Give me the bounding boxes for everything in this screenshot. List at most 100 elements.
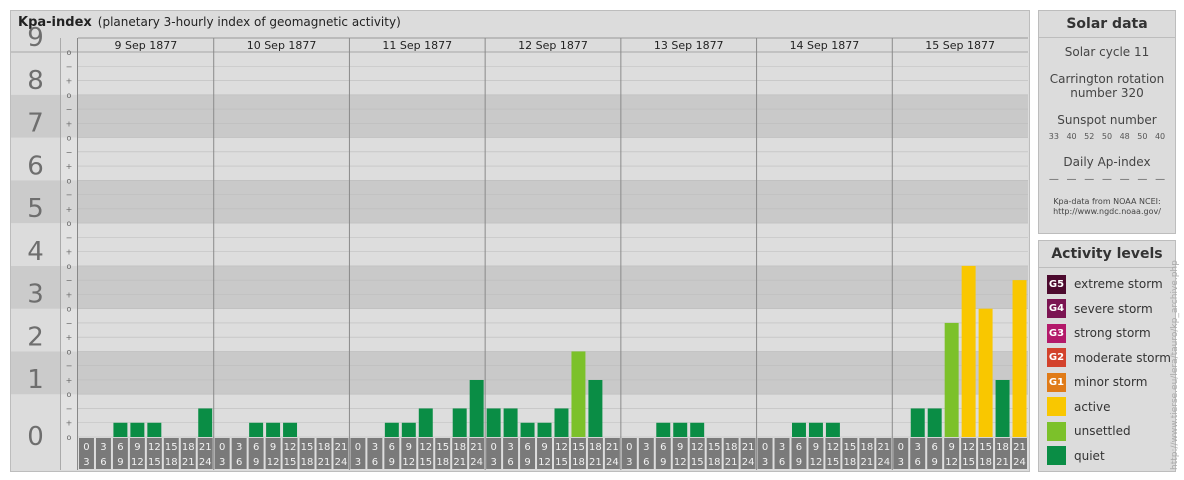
sub-axis-band — [61, 180, 77, 224]
activity-label: strong storm — [1074, 326, 1151, 340]
activity-level-quiet: quiet — [1047, 446, 1105, 466]
kp-bar — [537, 422, 552, 437]
interval-start-label: 0 — [83, 442, 89, 453]
ap-values: — — — — — — — — [1039, 174, 1175, 185]
interval-start-label: 15 — [165, 442, 178, 453]
activity-level-unsettled: unsettled — [1047, 421, 1131, 441]
sub-tick-label: − — [66, 148, 73, 157]
sub-axis-band — [61, 394, 77, 437]
kp-band — [78, 394, 1028, 437]
interval-end-label: 6 — [100, 457, 106, 468]
interval-end-label: 18 — [301, 457, 314, 468]
sunspot-value: 50 — [1137, 132, 1148, 141]
activity-swatch: G1 — [1047, 372, 1066, 392]
kp-band — [78, 265, 1028, 309]
sunspot-value: 48 — [1119, 132, 1130, 141]
interval-end-label: 18 — [708, 457, 721, 468]
kp-bar — [927, 408, 942, 437]
interval-end-label: 6 — [915, 457, 921, 468]
interval-start-label: 3 — [100, 442, 106, 453]
interval-start-label: 9 — [813, 442, 819, 453]
sub-tick-label: + — [66, 333, 73, 342]
interval-start-label: 21 — [470, 442, 483, 453]
interval-end-label: 18 — [979, 457, 992, 468]
interval-end-label: 18 — [572, 457, 585, 468]
interval-start-label: 3 — [236, 442, 242, 453]
interval-end-label: 21 — [182, 457, 195, 468]
day-label: 9 Sep 1877 — [114, 39, 177, 52]
activity-label: unsettled — [1074, 424, 1131, 438]
sub-axis-band — [61, 308, 77, 352]
interval-start-label: 15 — [979, 442, 992, 453]
kp-bar — [249, 422, 264, 437]
y-tick-label: 3 — [27, 280, 44, 310]
activity-level-minor-storm: G1 minor storm — [1047, 372, 1147, 392]
source-link[interactable]: http://www.ngdc.noaa.gov/ — [1039, 207, 1175, 217]
interval-end-label: 6 — [236, 457, 242, 468]
sub-tick-label: o — [67, 390, 72, 399]
day-label: 13 Sep 1877 — [654, 39, 724, 52]
interval-start-label: 3 — [643, 442, 649, 453]
kp-bar — [469, 379, 484, 437]
kp-bar — [944, 322, 959, 437]
sub-tick-label: o — [67, 48, 72, 57]
interval-start-label: 3 — [915, 442, 921, 453]
activity-swatch: G5 — [1047, 274, 1066, 294]
activity-swatch — [1047, 397, 1066, 416]
kp-bar — [283, 422, 298, 437]
interval-start-label: 12 — [827, 442, 840, 453]
sub-tick-label: − — [66, 62, 73, 71]
interval-end-label: 9 — [389, 457, 395, 468]
kp-band — [78, 180, 1028, 224]
kp-bar — [961, 265, 976, 437]
interval-start-label: 6 — [524, 442, 530, 453]
interval-start-label: 6 — [253, 442, 259, 453]
kp-band — [78, 223, 1028, 266]
activity-swatch — [1047, 421, 1066, 441]
kp-bar — [808, 422, 823, 437]
interval-end-label: 24 — [606, 457, 619, 468]
solar-data-header: Solar data — [1039, 11, 1175, 38]
y-tick-label: 1 — [27, 365, 44, 395]
activity-levels-panel: Activity levels G5 extreme storm G4 severe … — [1038, 240, 1176, 472]
sub-tick-label: − — [66, 191, 73, 200]
interval-end-label: 9 — [253, 457, 259, 468]
interval-end-label: 3 — [355, 457, 361, 468]
kp-band — [78, 94, 1028, 138]
interval-end-label: 12 — [945, 457, 958, 468]
interval-end-label: 12 — [810, 457, 823, 468]
ap-value: — — [1066, 174, 1077, 185]
interval-start-label: 6 — [117, 442, 123, 453]
ap-value: — — [1137, 174, 1148, 185]
activity-swatch: G2 — [1047, 348, 1066, 367]
interval-start-label: 6 — [660, 442, 666, 453]
interval-end-label: 3 — [898, 457, 904, 468]
interval-end-label: 3 — [83, 457, 89, 468]
interval-start-label: 6 — [796, 442, 802, 453]
sub-tick-label: + — [66, 290, 73, 299]
interval-start-label: 9 — [948, 442, 954, 453]
interval-end-label: 21 — [996, 457, 1009, 468]
interval-start-label: 9 — [677, 442, 683, 453]
kp-bar — [503, 408, 518, 437]
kp-bar — [401, 422, 416, 437]
interval-start-label: 18 — [589, 442, 602, 453]
sub-tick-label: + — [66, 119, 73, 128]
interval-start-label: 9 — [541, 442, 547, 453]
interval-start-label: 21 — [742, 442, 755, 453]
activity-swatch — [1047, 446, 1066, 465]
interval-start-label: 18 — [318, 442, 331, 453]
activity-levels-header: Activity levels — [1039, 241, 1175, 268]
ap-value: — — [1155, 174, 1166, 185]
interval-end-label: 9 — [117, 457, 123, 468]
kp-band — [78, 351, 1028, 395]
kp-bar — [113, 422, 128, 437]
interval-end-label: 21 — [589, 457, 602, 468]
interval-end-label: 9 — [524, 457, 530, 468]
carrington-line1: Carrington rotation — [1049, 72, 1165, 86]
interval-start-label: 15 — [844, 442, 857, 453]
y-tick-label: 2 — [27, 322, 44, 352]
sub-tick-label: − — [66, 276, 73, 285]
kp-bar — [825, 422, 840, 437]
interval-end-label: 12 — [402, 457, 415, 468]
